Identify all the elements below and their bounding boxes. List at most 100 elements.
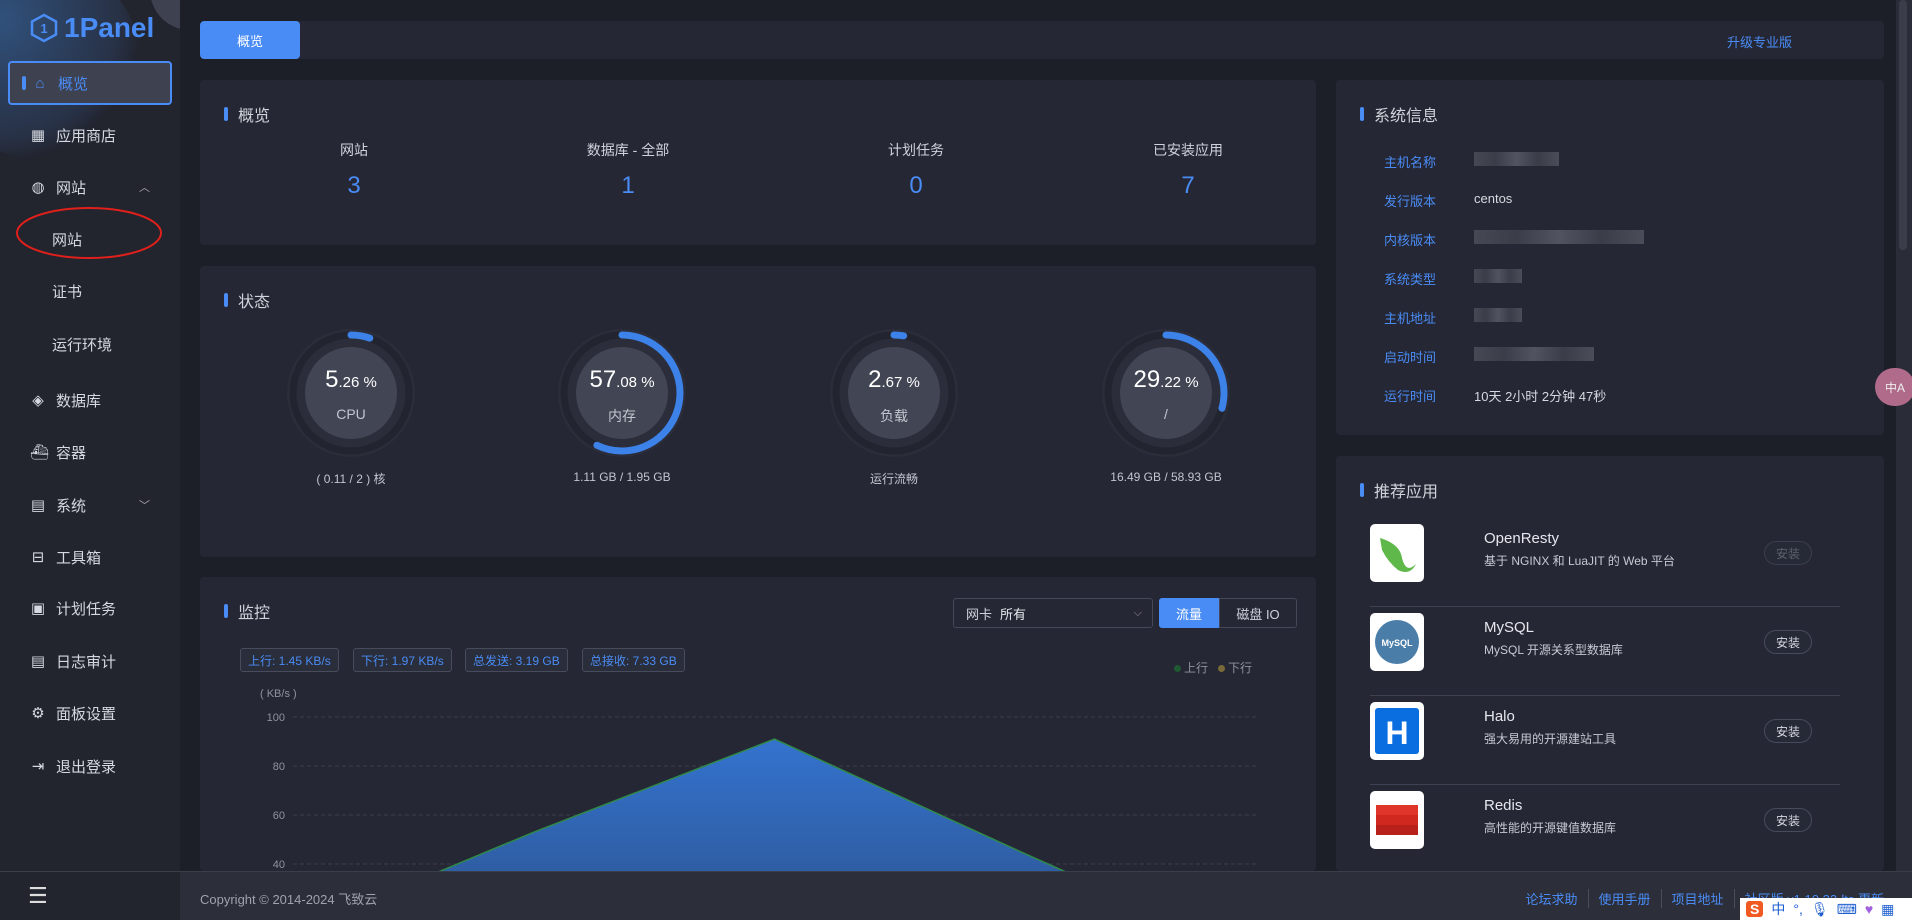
overview-title: 概览 — [224, 102, 270, 126]
sidebar-item-8[interactable]: ▤ 系统 ﹀ — [8, 483, 172, 527]
install-button[interactable]: 安装 — [1764, 808, 1812, 832]
gauge-label: CPU — [336, 406, 366, 422]
app-item: OpenResty 基于 NGINX 和 LuaJIT 的 Web 平台 安装 — [1370, 520, 1870, 608]
globe-icon: ◍ — [31, 179, 45, 196]
keyboard-icon[interactable]: ⌨ — [1837, 901, 1857, 918]
gear-icon: ⚙ — [31, 705, 45, 722]
install-button[interactable]: 安装 — [1764, 630, 1812, 654]
ime-mode[interactable]: 中 — [1771, 899, 1785, 919]
openresty-icon — [1370, 524, 1424, 582]
skin-icon[interactable]: ♥ — [1865, 901, 1873, 917]
sidebar-item-5[interactable]: 运行环境 — [8, 322, 172, 366]
sidebar-item-7[interactable]: ⛴ 容器 — [8, 430, 172, 474]
sidebar-item-10[interactable]: ▣ 计划任务 — [8, 586, 172, 630]
install-button[interactable]: 安装 — [1764, 719, 1812, 743]
sidebar-item-9[interactable]: ⊟ 工具箱 — [8, 535, 172, 579]
translate-icon: 中A — [1885, 380, 1906, 395]
overview-stat[interactable]: 数据库 - 全部 1 — [528, 140, 728, 200]
status-title: 状态 — [224, 288, 270, 312]
stat-label: 已安装应用 — [1153, 142, 1223, 158]
stat-label: 网站 — [340, 142, 368, 158]
sidebar-item-label: 系统 — [56, 497, 87, 515]
sidebar-item-label: 证书 — [52, 283, 83, 301]
sidebar-item-2[interactable]: ◍ 网站 ︿ — [8, 165, 172, 209]
app-name[interactable]: Redis — [1484, 797, 1522, 814]
gauge-value: 5.26 % — [325, 366, 377, 393]
stat-label: 计划任务 — [888, 142, 944, 158]
app-item: MySQL MySQL MySQL 开源关系型数据库 安装 — [1370, 609, 1870, 697]
app-desc: 高性能的开源键值数据库 — [1484, 821, 1617, 835]
y-tick-label: 100 — [267, 712, 285, 724]
sysinfo-value: centos — [1474, 191, 1513, 206]
collapse-menu-button[interactable]: ☰ — [0, 871, 180, 920]
forum-link[interactable]: 论坛求助 — [1516, 889, 1589, 908]
sidebar-item-13[interactable]: ⇥ 退出登录 — [8, 744, 172, 788]
sysinfo-key: 启动时间 — [1384, 350, 1437, 365]
sidebar-item-label: 日志审计 — [56, 653, 117, 671]
stat-value[interactable]: 0 — [816, 172, 1016, 200]
gauge-value: 29.22 % — [1133, 366, 1199, 393]
project-link[interactable]: 项目地址 — [1662, 889, 1735, 908]
app-name[interactable]: MySQL — [1484, 619, 1534, 636]
punctuation-icon[interactable]: °, — [1793, 901, 1803, 917]
overview-stat[interactable]: 计划任务 0 — [816, 140, 1016, 200]
ime-toolbar[interactable]: S 中 °, 🎙 ⌨ ♥ ▦ — [1740, 898, 1912, 920]
sysinfo-row: 内核版本 — [1384, 230, 1644, 249]
y-tick-label: 80 — [273, 761, 285, 773]
upgrade-link[interactable]: 升级专业版 — [1727, 32, 1792, 51]
app-item: H Halo 强大易用的开源建站工具 安装 — [1370, 698, 1870, 786]
status-card: 状态 5.26 % CPU ( 0.11 / 2 ) 核 57.08 % 内存 … — [200, 266, 1316, 557]
sysinfo-key: 运行时间 — [1384, 389, 1437, 404]
sidebar-item-4[interactable]: 证书 — [8, 269, 172, 313]
sysinfo-title: 系统信息 — [1360, 102, 1438, 126]
sysinfo-key: 主机地址 — [1384, 311, 1437, 326]
sidebar-item-label: 数据库 — [56, 392, 102, 410]
sysinfo-row: 启动时间 — [1384, 347, 1594, 366]
gauge-value: 2.67 % — [868, 366, 920, 393]
y-tick-label: 40 — [273, 859, 285, 871]
sysinfo-row: 主机地址 — [1384, 308, 1522, 327]
stat-value[interactable]: 1 — [528, 172, 728, 200]
sysinfo-key: 发行版本 — [1384, 194, 1437, 209]
microphone-icon[interactable]: 🎙 — [1811, 901, 1829, 918]
gauge-label: / — [1164, 406, 1168, 422]
sogou-logo-icon: S — [1746, 901, 1764, 917]
brand-name: 1Panel — [64, 12, 155, 43]
app-desc: 强大易用的开源建站工具 — [1484, 732, 1617, 746]
upload-area — [440, 739, 1064, 871]
gauge-value: 57.08 % — [589, 366, 655, 393]
redacted-value — [1474, 152, 1559, 166]
gauge: 2.67 % 负载 运行流畅 — [804, 326, 984, 487]
stat-value[interactable]: 3 — [254, 172, 454, 200]
sidebar-item-11[interactable]: ▤ 日志审计 — [8, 639, 172, 683]
page-scrollbar[interactable] — [1896, 0, 1912, 871]
svg-text:1: 1 — [40, 21, 47, 36]
install-button[interactable]: 安装 — [1764, 541, 1812, 565]
stat-value[interactable]: 7 — [1088, 172, 1288, 200]
sidebar-item-label: 概览 — [58, 75, 89, 93]
chevron-up-icon: ︿ — [139, 182, 150, 194]
sidebar-item-12[interactable]: ⚙ 面板设置 — [8, 691, 172, 735]
translate-float-button[interactable]: 中A — [1875, 368, 1912, 406]
copyright: Copyright © 2014-2024 飞致云 — [200, 892, 378, 907]
tab-overview[interactable]: 概览 — [200, 21, 300, 59]
overview-stat[interactable]: 已安装应用 7 — [1088, 140, 1288, 200]
app-name[interactable]: Halo — [1484, 708, 1515, 725]
red-annotation-circle — [16, 207, 162, 259]
sidebar-item-label: 网站 — [56, 179, 87, 197]
home-icon: ⌂ — [35, 74, 45, 92]
overview-stat[interactable]: 网站 3 — [254, 140, 454, 200]
gauge-detail: 运行流畅 — [869, 472, 918, 486]
app-name[interactable]: OpenResty — [1484, 530, 1559, 547]
sidebar-item-0[interactable]: ⌂ 概览 — [8, 61, 172, 105]
app-desc: 基于 NGINX 和 LuaJIT 的 Web 平台 — [1484, 554, 1675, 568]
sidebar-item-1[interactable]: ▦ 应用商店 — [8, 113, 172, 157]
sysinfo-row: 发行版本 centos — [1384, 191, 1512, 210]
manual-link[interactable]: 使用手册 — [1589, 889, 1662, 908]
system-info-card: 系统信息 主机名称 发行版本 centos 内核版本 系统类型 主机地址 启动时间 运行时间 1… — [1336, 80, 1884, 435]
svg-text:MySQL: MySQL — [1381, 638, 1413, 648]
logo[interactable]: 1 1Panel — [30, 12, 154, 44]
apps-icon[interactable]: ▦ — [1881, 901, 1894, 918]
calendar-icon: ▣ — [30, 600, 46, 617]
sidebar-item-6[interactable]: ◈ 数据库 — [8, 378, 172, 422]
